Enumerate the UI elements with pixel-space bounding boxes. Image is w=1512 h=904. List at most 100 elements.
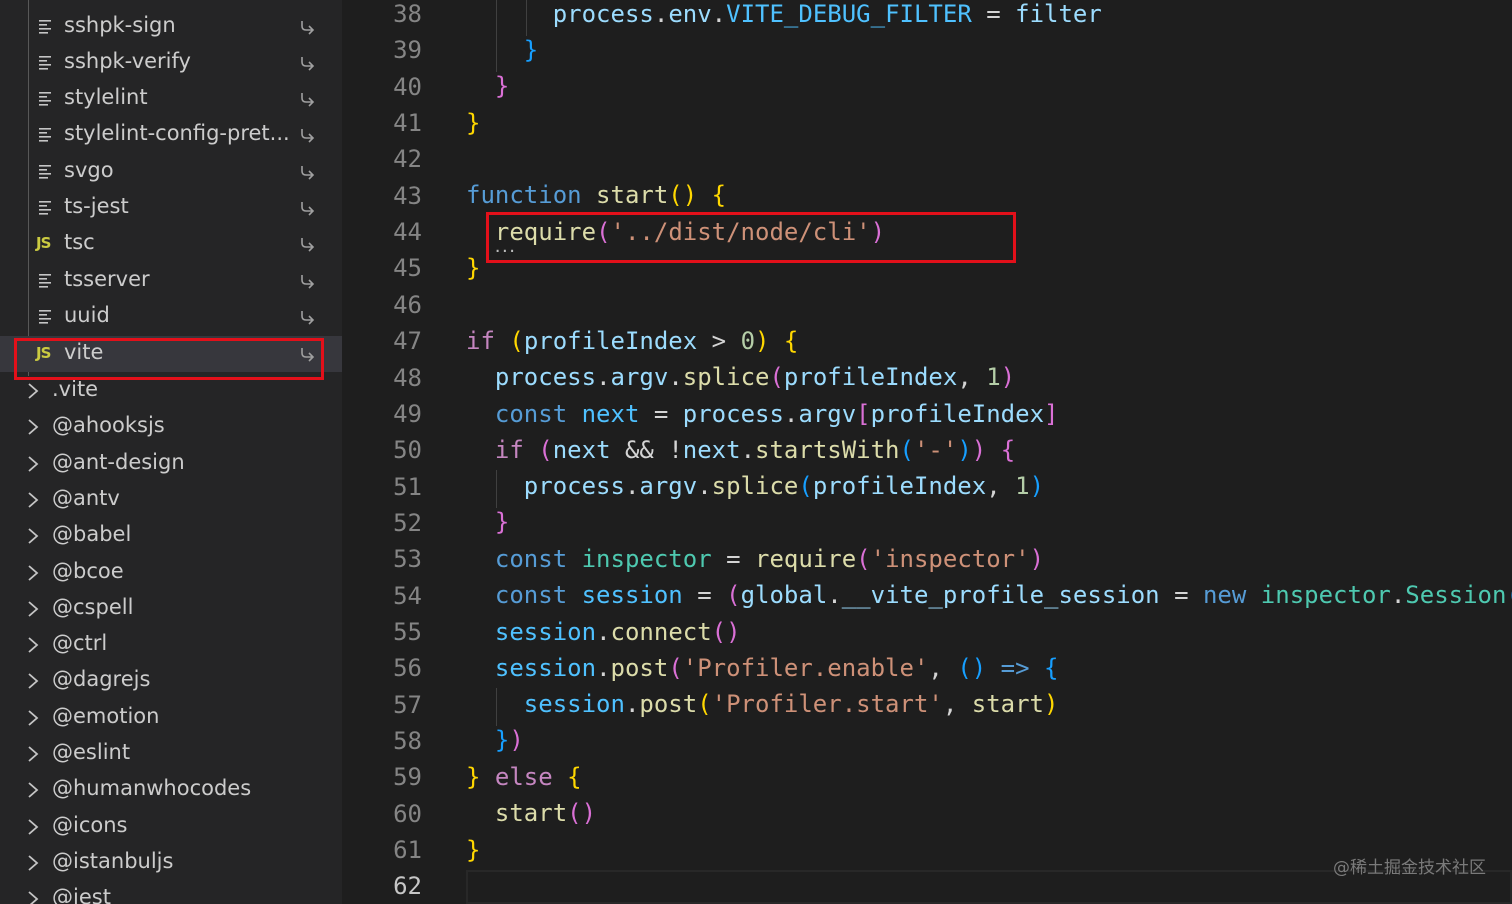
- folder-label: @istanbuljs: [52, 848, 174, 873]
- file-label: stylelint-config-pret...: [64, 121, 290, 145]
- code-line-41: }: [466, 109, 481, 137]
- code-line-60: start(): [494, 799, 597, 827]
- line-number: 45: [393, 254, 422, 283]
- line-number: 59: [393, 763, 422, 792]
- line-number: 48: [393, 363, 422, 392]
- folder-label: @antv: [52, 485, 120, 510]
- chevron-right-icon: [26, 600, 40, 618]
- folder-item[interactable]: @bcoe: [0, 555, 342, 591]
- file-item[interactable]: uuid: [0, 299, 342, 335]
- folder-item[interactable]: @humanwhocodes: [0, 772, 342, 808]
- chevron-right-icon: [26, 418, 40, 436]
- file-label: stylelint: [64, 85, 148, 109]
- symlink-icon: [298, 308, 316, 326]
- folder-label: @ant-design: [52, 449, 185, 474]
- code-line-43: function start() {: [466, 181, 727, 209]
- chevron-right-icon: [26, 455, 40, 473]
- code-line-50: if (next && !next.startsWith('-')) {: [494, 436, 1016, 464]
- file-item[interactable]: tsserver: [0, 263, 342, 299]
- line-number: 38: [393, 0, 422, 28]
- symlink-icon: [298, 199, 316, 217]
- folder-label: @ctrl: [52, 631, 108, 656]
- folder-item[interactable]: @cspell: [0, 591, 342, 627]
- vite-highlight-box: [14, 338, 324, 380]
- folder-item[interactable]: @babel: [0, 518, 342, 554]
- code-line-55: session.connect(): [494, 618, 741, 646]
- chevron-right-icon: [26, 781, 40, 799]
- line-number: 49: [393, 399, 422, 428]
- file-lines-icon: [38, 126, 52, 142]
- file-lines-icon: [38, 90, 52, 106]
- line-number: 53: [393, 545, 422, 574]
- chevron-right-icon: [26, 636, 40, 654]
- code-line-45: }: [466, 254, 481, 282]
- folder-item[interactable]: @istanbuljs: [0, 845, 342, 881]
- code-line-54: const session = (global.__vite_profile_s…: [494, 581, 1512, 609]
- file-item[interactable]: svgo: [0, 154, 342, 190]
- code-line-39: }: [523, 36, 539, 64]
- code-editor[interactable]: 38 39 40 41 42 43 44 45 46 47 48 49 50 51 52 53 54 55 56 57…: [342, 0, 1512, 904]
- symlink-icon: [298, 163, 316, 181]
- symlink-icon: [298, 18, 316, 36]
- code-line-61: }: [466, 836, 481, 864]
- folder-item[interactable]: @ant-design: [0, 446, 342, 482]
- folder-label: @ahooksjs: [52, 413, 165, 438]
- code-line-59: } else {: [466, 763, 582, 791]
- line-number: 51: [393, 472, 422, 501]
- folder-label: @jest: [52, 885, 111, 904]
- symlink-icon: [298, 54, 316, 72]
- folder-item[interactable]: @dagrejs: [0, 663, 342, 699]
- folder-label: @cspell: [52, 594, 134, 619]
- file-lines-icon: [38, 199, 52, 215]
- line-number: 56: [393, 654, 422, 683]
- folder-label: .vite: [52, 377, 99, 401]
- file-label: sshpk-sign: [64, 13, 176, 37]
- chevron-right-icon: [26, 890, 40, 904]
- line-number: 58: [393, 727, 422, 755]
- file-item[interactable]: stylelint-config-pret...: [0, 117, 342, 153]
- code-line-53: const inspector = require('inspector'): [494, 545, 1045, 573]
- file-item[interactable]: ts-jest: [0, 190, 342, 226]
- file-item[interactable]: sshpk-sign: [0, 9, 342, 45]
- line-number: 62: [393, 872, 422, 901]
- symlink-icon: [298, 272, 316, 290]
- file-lines-icon: [38, 18, 52, 34]
- line-number: 42: [393, 145, 422, 174]
- chevron-right-icon: [26, 672, 40, 690]
- js-file-icon: JS: [36, 234, 51, 252]
- folder-label: @humanwhocodes: [52, 776, 252, 801]
- code-line-38: process.env.VITE_DEBUG_FILTER = filter: [552, 0, 1102, 28]
- folder-item[interactable]: @antv: [0, 482, 342, 518]
- chevron-right-icon: [26, 745, 40, 763]
- line-number: 52: [393, 508, 422, 537]
- require-highlight-box: [486, 212, 1016, 263]
- folder-item[interactable]: @jest: [0, 881, 342, 904]
- code-line-58: }): [494, 726, 524, 754]
- code-line-57: session.post('Profiler.start', start): [523, 690, 1059, 718]
- line-number: 41: [393, 109, 422, 138]
- line-number: 47: [393, 327, 422, 356]
- chevron-right-icon: [26, 709, 40, 727]
- watermark: @稀土掘金技术社区: [1333, 858, 1486, 878]
- line-number: 61: [393, 836, 422, 865]
- folder-label: @emotion: [52, 703, 160, 728]
- file-label: ts-jest: [64, 194, 129, 218]
- file-lines-icon: [38, 163, 52, 179]
- folder-item[interactable]: @ahooksjs: [0, 409, 342, 445]
- folder-label: @babel: [52, 522, 132, 547]
- folder-label: @icons: [52, 812, 128, 837]
- line-number: 46: [393, 290, 422, 319]
- file-item[interactable]: JS tsc: [0, 226, 342, 262]
- folder-item[interactable]: @icons: [0, 809, 342, 845]
- folder-label: @eslint: [52, 740, 131, 764]
- file-item[interactable]: sshpk-verify: [0, 45, 342, 81]
- line-number: 50: [393, 436, 422, 465]
- chevron-right-icon: [26, 527, 40, 545]
- symlink-icon: [298, 90, 316, 108]
- line-number: 54: [393, 581, 422, 610]
- folder-label: @dagrejs: [52, 667, 151, 692]
- folder-item[interactable]: @ctrl: [0, 627, 342, 663]
- folder-item[interactable]: @eslint: [0, 736, 342, 772]
- file-item[interactable]: stylelint: [0, 81, 342, 117]
- folder-item[interactable]: @emotion: [0, 700, 342, 736]
